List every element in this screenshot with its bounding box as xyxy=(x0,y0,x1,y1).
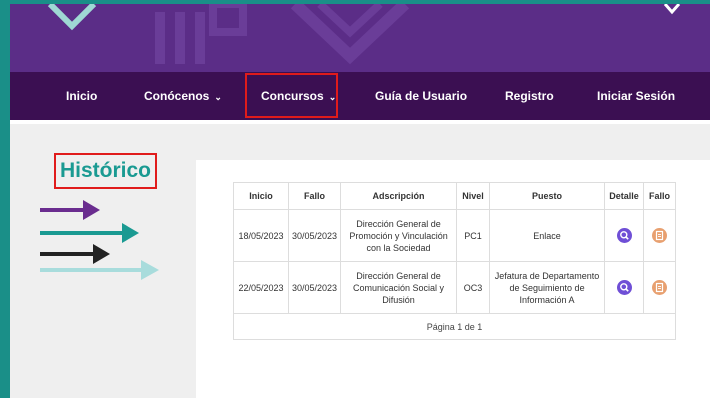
concursos-highlight-box xyxy=(245,73,338,118)
document-icon[interactable] xyxy=(652,280,668,295)
cell-fallo-doc xyxy=(643,261,677,314)
col-header-nivel: Nivel xyxy=(456,182,491,210)
decorative-arrows xyxy=(40,200,159,280)
main-nav: Inicio Conócenos ⌄ Concursos ⌄ Guía de Usu… xyxy=(10,72,710,120)
table-row: 22/05/2023 30/05/2023 Dirección General … xyxy=(233,261,677,314)
nav-divider xyxy=(10,120,710,124)
chevron-down-icon: ⌄ xyxy=(214,92,222,102)
col-header-detalle: Detalle xyxy=(604,182,645,210)
cell-adscripcion: Dirección General de Promoción y Vincula… xyxy=(340,209,458,262)
document-icon[interactable] xyxy=(652,228,668,243)
banner-decoration xyxy=(47,4,681,65)
header-banner xyxy=(10,4,710,72)
table-header-row: Inicio Fallo Adscripción Nivel Puesto De… xyxy=(233,182,677,210)
nav-guia-usuario[interactable]: Guía de Usuario xyxy=(375,72,467,120)
cell-nivel: OC3 xyxy=(456,261,491,314)
cell-detalle xyxy=(604,209,645,262)
nav-iniciar-sesion[interactable]: Iniciar Sesión xyxy=(597,72,675,120)
cell-inicio: 18/05/2023 xyxy=(233,209,289,262)
col-header-puesto: Puesto xyxy=(489,182,606,210)
search-icon[interactable] xyxy=(616,228,632,243)
cell-nivel: PC1 xyxy=(456,209,491,262)
nav-inicio[interactable]: Inicio xyxy=(66,72,97,120)
table-row: 18/05/2023 30/05/2023 Dirección General … xyxy=(233,209,677,262)
cell-fallo: 30/05/2023 xyxy=(287,209,342,262)
col-header-fallo: Fallo xyxy=(287,182,342,210)
pagination-row: Página 1 de 1 xyxy=(232,313,677,340)
historico-table: Inicio Fallo Adscripción Nivel Puesto De… xyxy=(232,182,677,340)
col-header-adscripcion: Adscripción xyxy=(340,182,458,210)
cell-detalle xyxy=(604,261,645,314)
cell-fallo-doc xyxy=(643,209,677,262)
cell-inicio: 22/05/2023 xyxy=(233,261,289,314)
pagination-text: Página 1 de 1 xyxy=(232,313,677,340)
browser-frame: Inicio Conócenos ⌄ Concursos ⌄ Guía de Usu… xyxy=(0,0,710,398)
cell-fallo: 30/05/2023 xyxy=(287,261,342,314)
cell-adscripcion: Dirección General de Comunicación Social… xyxy=(340,261,458,314)
cell-puesto: Enlace xyxy=(489,209,606,262)
col-header-fallo-doc: Fallo xyxy=(643,182,677,210)
cell-puesto: Jefatura de Departamento de Seguimiento … xyxy=(489,261,606,314)
page-title: Histórico xyxy=(54,153,158,189)
nav-registro[interactable]: Registro xyxy=(505,72,554,120)
col-header-inicio: Inicio xyxy=(233,182,289,210)
search-icon[interactable] xyxy=(616,280,632,295)
nav-conocenos[interactable]: Conócenos ⌄ xyxy=(144,72,222,120)
